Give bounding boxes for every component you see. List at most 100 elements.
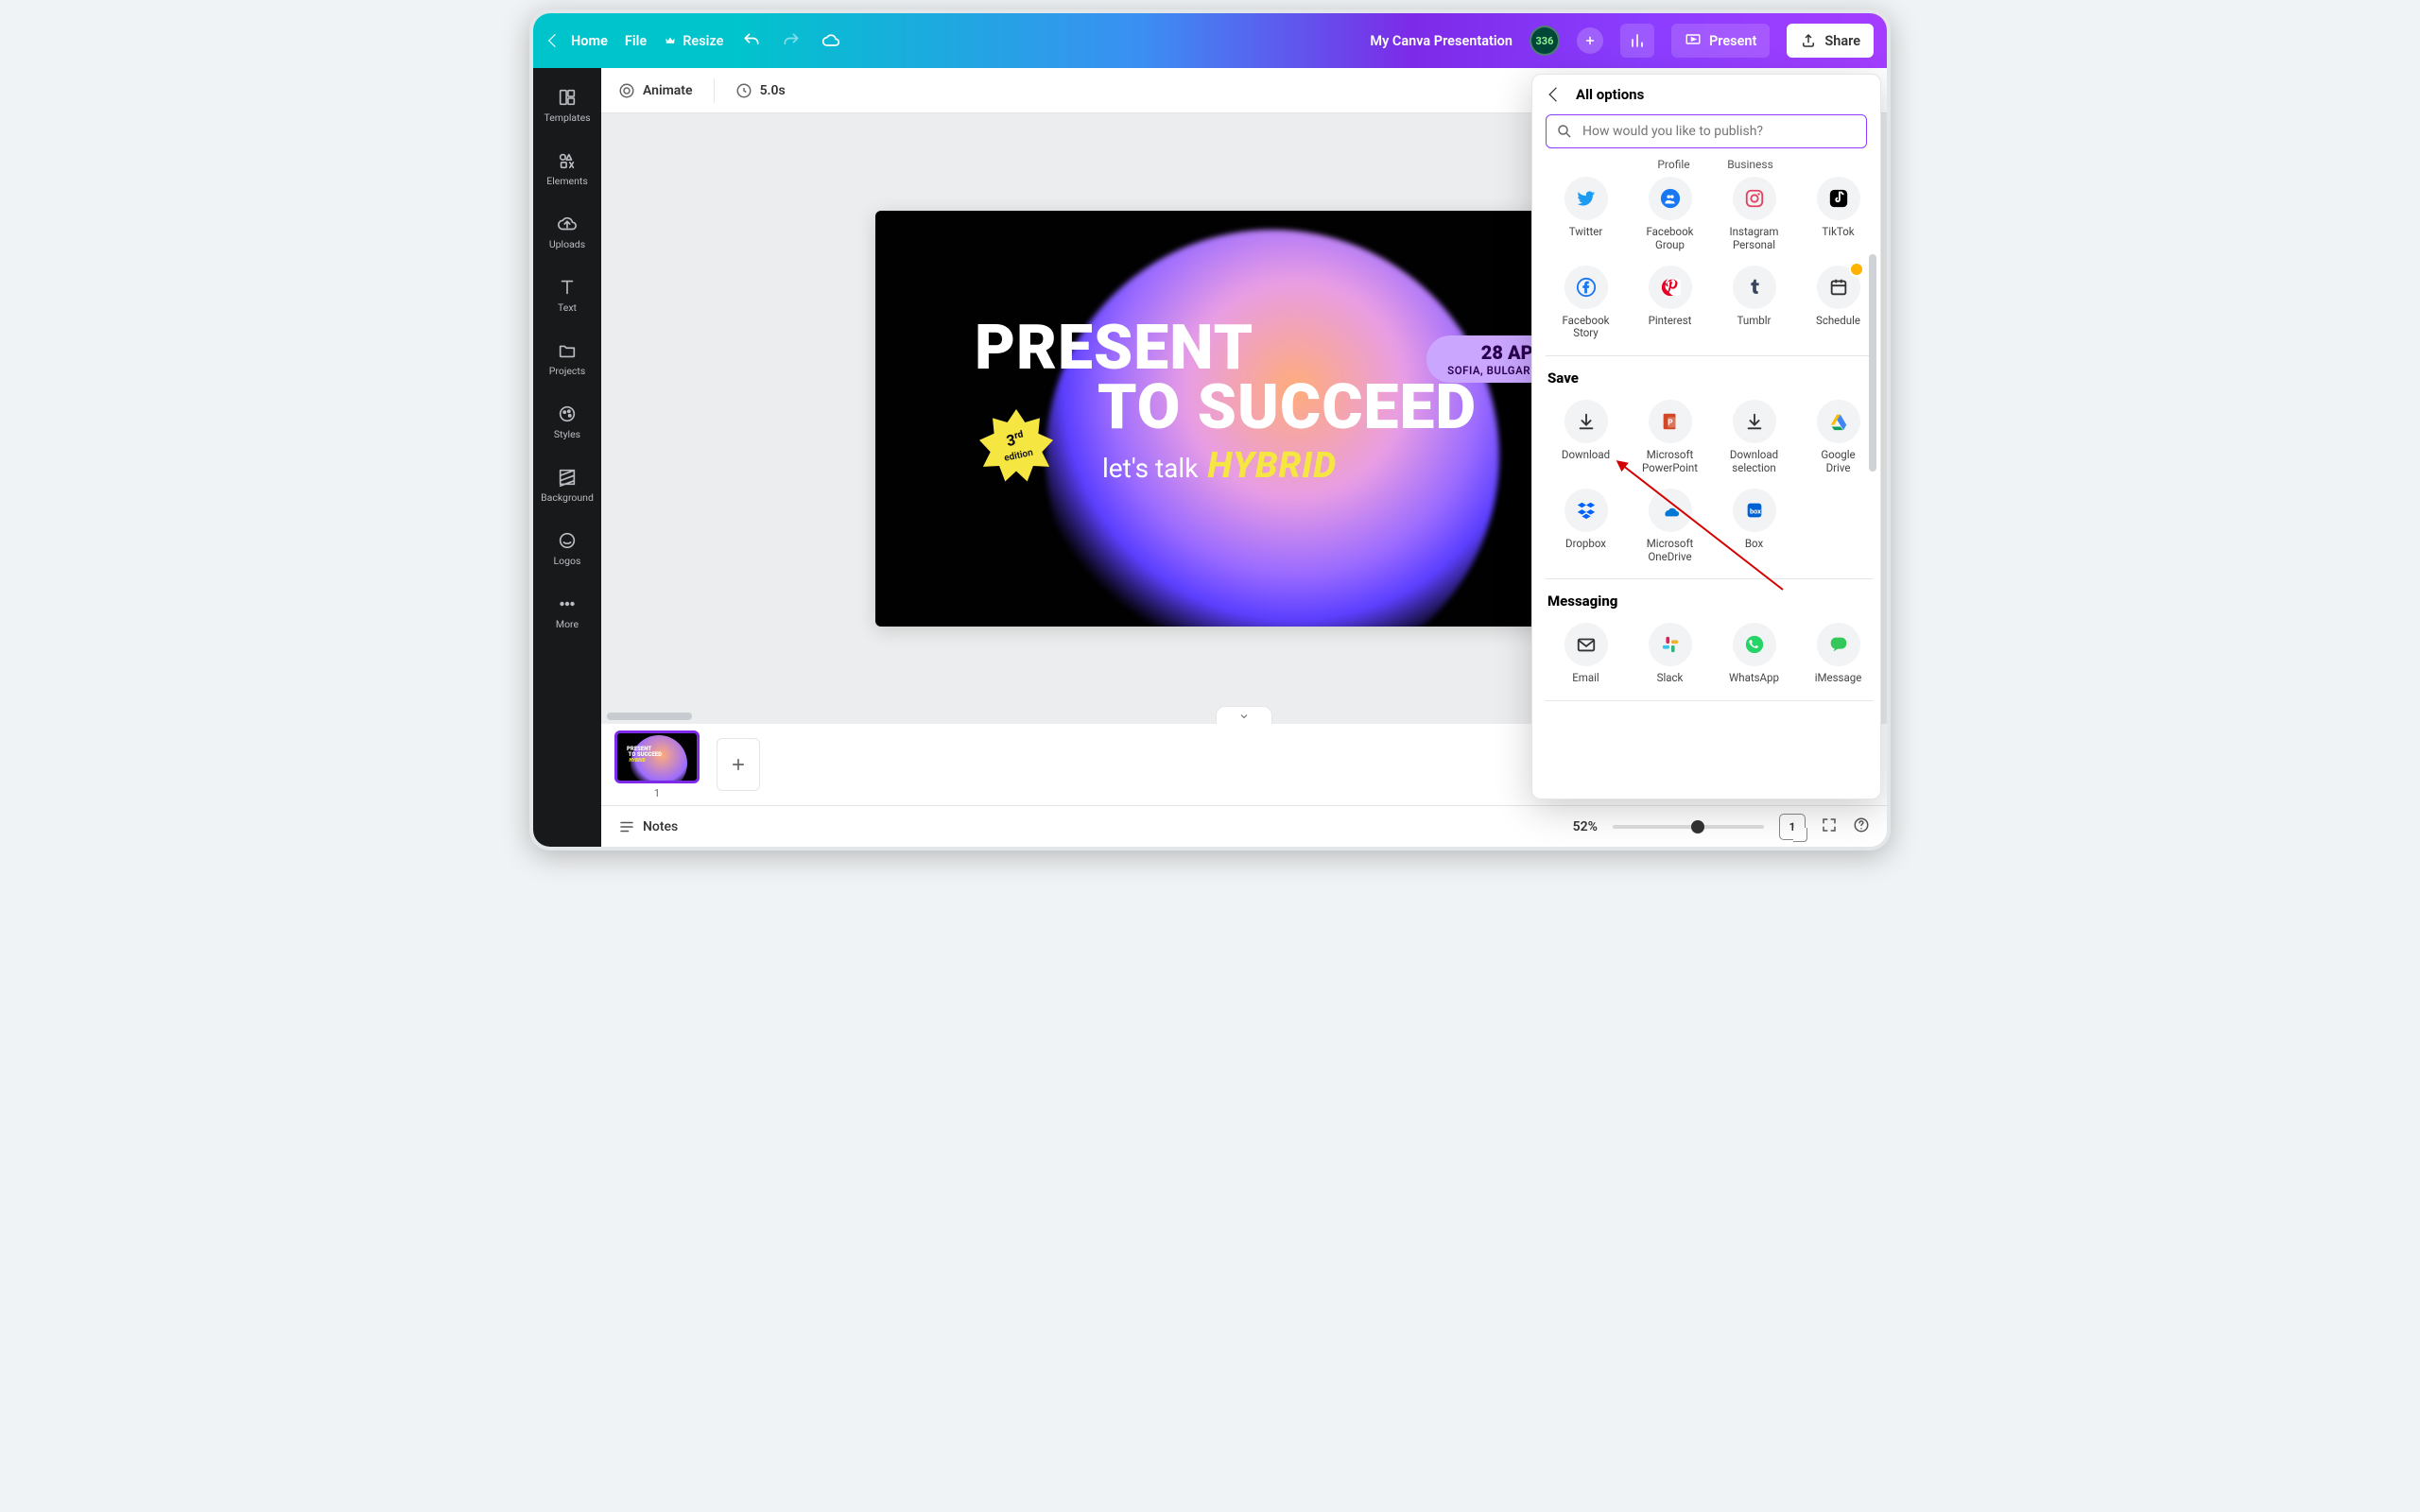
sidebar-item-background[interactable]: Background xyxy=(533,457,601,513)
sidebar-item-templates[interactable]: Templates xyxy=(533,77,601,133)
share-option-gdrive[interactable]: GoogleDrive xyxy=(1798,396,1878,479)
chevron-down-icon xyxy=(1238,711,1250,722)
chevron-left-icon xyxy=(548,34,562,47)
share-option-download[interactable]: Download xyxy=(1546,396,1626,479)
sidebar-label: Elements xyxy=(546,175,588,187)
heading-line-1: PRESENT xyxy=(975,319,1477,379)
redo-button[interactable] xyxy=(780,29,803,52)
sidebar-item-projects[interactable]: Projects xyxy=(533,331,601,387)
share-option-tiktok[interactable]: TikTok xyxy=(1798,173,1878,256)
svg-text:box: box xyxy=(1749,507,1760,515)
crown-icon xyxy=(664,34,677,47)
share-button[interactable]: Share xyxy=(1787,24,1874,58)
page-thumbnail-1[interactable]: PRESENT TO SUCCEED HYBRID xyxy=(614,730,700,783)
option-label: Box xyxy=(1745,538,1763,551)
file-menu[interactable]: File xyxy=(625,33,647,49)
onedrive-icon xyxy=(1660,500,1681,521)
share-option-imessage[interactable]: iMessage xyxy=(1798,619,1878,689)
share-option-pptx[interactable]: PMicrosoftPowerPoint xyxy=(1630,396,1710,479)
slide-canvas[interactable]: 28 APR 2023 SOFIA, BULGARIA / ONLINE PRE… xyxy=(875,211,1613,627)
facebook-icon xyxy=(1576,277,1597,298)
gdrive-icon xyxy=(1828,411,1849,432)
document-title[interactable]: My Canva Presentation xyxy=(1370,33,1512,49)
zoom-slider[interactable] xyxy=(1613,825,1764,829)
box-icon: box xyxy=(1744,500,1765,521)
share-label: Share xyxy=(1824,33,1860,49)
fullscreen-button[interactable] xyxy=(1821,816,1838,837)
collapse-filmstrip-button[interactable] xyxy=(1216,706,1272,724)
share-option-fb-story[interactable]: FacebookStory xyxy=(1546,262,1626,345)
notes-label: Notes xyxy=(643,819,678,834)
present-button[interactable]: Present xyxy=(1671,24,1770,58)
uploads-icon xyxy=(557,214,578,234)
notes-button[interactable]: Notes xyxy=(618,818,678,835)
subtitle-lets: let's talk xyxy=(1102,453,1198,484)
panel-scrollbar[interactable] xyxy=(1869,131,1878,793)
help-button[interactable] xyxy=(1853,816,1870,837)
sidebar-label: Text xyxy=(558,301,577,314)
sidebar-item-logos[interactable]: Logos xyxy=(533,521,601,576)
divider xyxy=(1546,578,1873,579)
section-title-messaging: Messaging xyxy=(1547,593,1876,610)
home-button[interactable]: Home xyxy=(546,32,608,49)
notes-icon xyxy=(618,818,635,835)
share-option-slack[interactable]: Slack xyxy=(1630,619,1710,689)
sidebar-label: Styles xyxy=(554,428,580,440)
publish-search[interactable] xyxy=(1546,114,1867,148)
option-label: MicrosoftPowerPoint xyxy=(1642,449,1698,475)
sidebar-item-uploads[interactable]: Uploads xyxy=(533,204,601,260)
sidebar-item-elements[interactable]: Elements xyxy=(533,141,601,197)
panel-title: All options xyxy=(1576,86,1644,103)
option-label: iMessage xyxy=(1815,672,1862,685)
share-option-whatsapp[interactable]: WhatsApp xyxy=(1714,619,1794,689)
avatar[interactable]: 336 xyxy=(1530,26,1560,56)
whatsapp-icon xyxy=(1744,634,1765,655)
divider xyxy=(714,78,715,103)
subtitle-hybrid: HYBRID xyxy=(1207,445,1337,487)
duration-button[interactable]: 5.0s xyxy=(735,82,786,99)
option-label: Pinterest xyxy=(1649,315,1692,328)
share-option-schedule[interactable]: Schedule xyxy=(1798,262,1878,345)
publish-search-input[interactable] xyxy=(1581,123,1857,140)
sidebar-label: Background xyxy=(541,491,594,504)
download-icon xyxy=(1576,411,1597,432)
top-toolbar: Home File Resize My Canva Presentation 3… xyxy=(533,13,1887,68)
animate-button[interactable]: Animate xyxy=(618,82,693,99)
share-option-ig-personal[interactable]: InstagramPersonal xyxy=(1714,173,1794,256)
clock-icon xyxy=(735,82,752,99)
share-option-email[interactable]: Email xyxy=(1546,619,1626,689)
heading-line-2: TO SUCCEED xyxy=(975,379,1477,438)
sidebar-item-styles[interactable]: Styles xyxy=(533,394,601,450)
home-label: Home xyxy=(571,33,608,49)
undo-button[interactable] xyxy=(740,29,763,52)
share-option-twitter[interactable]: Twitter xyxy=(1546,173,1626,256)
sidebar-item-more[interactable]: More xyxy=(533,584,601,640)
app-window: Home File Resize My Canva Presentation 3… xyxy=(529,9,1891,850)
resize-menu[interactable]: Resize xyxy=(664,33,723,49)
pinterest-icon xyxy=(1660,277,1681,298)
styles-icon xyxy=(557,404,578,424)
projects-icon xyxy=(557,340,578,361)
share-option-dl-sel[interactable]: Downloadselection xyxy=(1714,396,1794,479)
share-option-box[interactable]: box Box xyxy=(1714,485,1794,568)
insights-button[interactable] xyxy=(1620,24,1654,58)
cloud-sync-icon[interactable] xyxy=(820,29,842,52)
add-collaborator-button[interactable] xyxy=(1577,27,1603,54)
page-indicator[interactable]: 1 xyxy=(1779,814,1806,840)
mail-icon xyxy=(1576,634,1597,655)
share-option-dropbox[interactable]: Dropbox xyxy=(1546,485,1626,568)
instagram-icon xyxy=(1744,188,1765,209)
share-option-pinterest[interactable]: Pinterest xyxy=(1630,262,1710,345)
left-sidebar: Templates Elements Uploads Text Projects Styl… xyxy=(533,68,601,847)
share-option-tumblr[interactable]: Tumblr xyxy=(1714,262,1794,345)
option-label: WhatsApp xyxy=(1729,672,1779,685)
share-option-fb-group[interactable]: FacebookGroup xyxy=(1630,173,1710,256)
sidebar-item-text[interactable]: Text xyxy=(533,267,601,323)
share-option-onedrive[interactable]: MicrosoftOneDrive xyxy=(1630,485,1710,568)
back-icon[interactable] xyxy=(1548,87,1563,101)
plus-icon xyxy=(729,755,748,774)
pro-badge xyxy=(1849,262,1864,277)
add-page-button[interactable] xyxy=(717,738,760,791)
logos-icon xyxy=(557,530,578,551)
option-label: GoogleDrive xyxy=(1821,449,1855,475)
